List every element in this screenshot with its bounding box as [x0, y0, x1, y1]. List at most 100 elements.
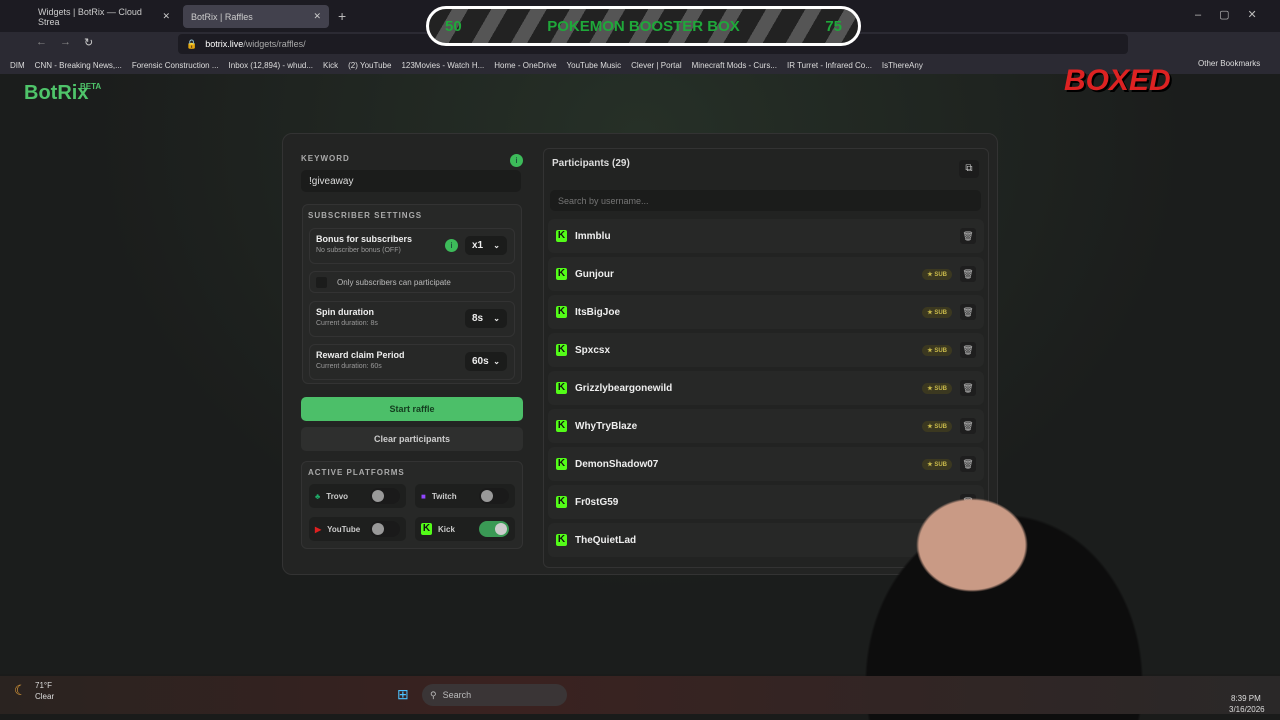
sub-badge: ★ SUB: [922, 420, 952, 432]
botrix-logo[interactable]: BotRix BETA: [24, 82, 101, 105]
window-controls[interactable]: –▢✕: [1195, 8, 1275, 21]
sub-badge-label: SUB: [934, 423, 947, 430]
sub-badge-label: SUB: [934, 271, 947, 278]
platform-trovo: ♣ Trovo: [309, 484, 406, 508]
bookmark-item[interactable]: Forensic Construction ...: [132, 61, 219, 70]
back-icon[interactable]: ←: [36, 36, 47, 48]
url-domain: botrix.live: [205, 39, 244, 49]
tab-label: Widgets | BotRix — Cloud Strea: [38, 6, 142, 27]
sub-badge: ★ SUB: [922, 458, 952, 470]
other-bookmarks[interactable]: Other Bookmarks: [1198, 59, 1260, 68]
participants-title: Participants (29): [552, 158, 630, 169]
tab-raffles[interactable]: BotRix | Raffles ✕: [183, 5, 329, 28]
trash-icon[interactable]: 🗑: [960, 418, 976, 434]
trash-icon[interactable]: 🗑: [960, 304, 976, 320]
moon-icon: ☾: [14, 682, 27, 698]
participant-name: TheQuietLad: [575, 534, 637, 546]
search-icon: ⚲: [430, 689, 437, 700]
chevron-down-icon: ⌄: [493, 314, 500, 323]
tab-label: BotRix | Raffles: [191, 11, 253, 22]
trovo-toggle[interactable]: [370, 488, 400, 504]
kick-icon: K: [556, 496, 567, 508]
kick-icon: K: [556, 344, 567, 356]
sub-badge: ★ SUB: [922, 306, 952, 318]
bookmark-item[interactable]: IsThereAny: [882, 61, 923, 70]
kick-icon: K: [556, 458, 567, 470]
checkbox[interactable]: [316, 276, 327, 288]
weather-temp[interactable]: 71°F: [35, 681, 52, 690]
bookmark-item[interactable]: Home - OneDrive: [494, 61, 556, 70]
trash-icon[interactable]: 🗑: [960, 342, 976, 358]
trash-icon[interactable]: 🗑: [960, 380, 976, 396]
bookmark-item[interactable]: 123Movies - Watch H...: [401, 61, 484, 70]
bookmark-item[interactable]: Minecraft Mods - Curs...: [692, 61, 777, 70]
twitch-icon: ■: [421, 491, 426, 501]
bookmark-item[interactable]: CNN - Breaking News,...: [35, 61, 122, 70]
sub-badge-label: SUB: [934, 461, 947, 468]
overlay-right: 75: [825, 17, 842, 35]
taskbar: ☾ 71°F Clear ⊞ ⚲ Search 8:39 PM 3/16/2026: [0, 676, 1280, 714]
sub-badge: ★ SUB: [922, 344, 952, 356]
bookmark-item[interactable]: IR Turret - Infrared Co...: [787, 61, 872, 70]
platform-youtube: ▶ YouTube: [309, 517, 406, 541]
info-icon[interactable]: i: [510, 154, 523, 167]
participant-row: K Grizzlybeargonewild ★ SUB 🗑: [548, 371, 984, 405]
participant-row: K WhyTryBlaze ★ SUB 🗑: [548, 409, 984, 443]
participant-row: K Immblu 🗑: [548, 219, 984, 253]
kick-toggle[interactable]: [479, 521, 509, 537]
platform-twitch: ■ Twitch: [415, 484, 515, 508]
copy-icon[interactable]: ⧉: [959, 160, 979, 178]
windows-start-icon[interactable]: ⊞: [397, 686, 409, 703]
weather-condition[interactable]: Clear: [35, 692, 54, 701]
bookmark-item[interactable]: Kick: [323, 61, 338, 70]
trash-icon[interactable]: 🗑: [960, 266, 976, 282]
close-icon[interactable]: ✕: [162, 11, 170, 22]
spin-select[interactable]: 8s ⌄: [465, 309, 507, 328]
bonus-select[interactable]: x1 ⌄: [465, 236, 507, 255]
participant-name: Fr0stG59: [575, 496, 619, 508]
info-icon[interactable]: i: [445, 239, 458, 252]
chevron-down-icon: ⌄: [493, 241, 500, 250]
start-raffle-button[interactable]: Start raffle: [301, 397, 523, 421]
subscriber-settings-label: SUBSCRIBER SETTINGS: [308, 211, 423, 220]
participant-row: K Gunjour ★ SUB 🗑: [548, 257, 984, 291]
bookmark-item[interactable]: YouTube Music: [567, 61, 622, 70]
bookmark-item[interactable]: (2) YouTube: [348, 61, 391, 70]
participant-search-input[interactable]: [550, 190, 981, 211]
kick-icon: K: [556, 420, 567, 432]
participant-name: ItsBigJoe: [575, 306, 621, 318]
forward-icon[interactable]: →: [60, 36, 71, 48]
lock-icon: 🔒: [186, 38, 198, 49]
youtube-toggle[interactable]: [370, 521, 400, 537]
close-icon[interactable]: ✕: [313, 11, 321, 22]
active-platforms-label: ACTIVE PLATFORMS: [308, 468, 405, 477]
trash-icon[interactable]: 🗑: [960, 228, 976, 244]
sub-badge-label: SUB: [934, 347, 947, 354]
platform-kick: K Kick: [415, 517, 515, 541]
select-value: 60s: [472, 356, 489, 367]
reload-icon[interactable]: ↻: [84, 36, 93, 49]
participant-name: Gunjour: [575, 268, 614, 280]
clear-participants-button[interactable]: Clear participants: [301, 427, 523, 451]
new-tab-button[interactable]: +: [338, 8, 346, 24]
bookmark-item[interactable]: DIM: [10, 61, 25, 70]
keyword-input[interactable]: !giveaway: [301, 170, 521, 192]
kick-icon: K: [556, 268, 567, 280]
participant-name: DemonShadow07: [575, 458, 659, 470]
platform-name: Kick: [438, 524, 455, 534]
beta-badge: BETA: [80, 82, 102, 91]
participant-name: Immblu: [575, 230, 611, 242]
bookmark-item[interactable]: Inbox (12,894) - whud...: [229, 61, 314, 70]
tab-widgets[interactable]: Widgets | BotRix — Cloud Strea ✕: [30, 5, 178, 28]
bookmark-item[interactable]: Clever | Portal: [631, 61, 682, 70]
twitch-toggle[interactable]: [479, 488, 509, 504]
boxed-logo: BOXED: [1064, 64, 1171, 97]
clock-date[interactable]: 3/16/2026: [1229, 705, 1265, 714]
only-subs-checkbox-row[interactable]: Only subscribers can participate: [309, 271, 515, 293]
taskbar-search[interactable]: ⚲ Search: [422, 684, 567, 706]
kick-icon: K: [556, 306, 567, 318]
clock-time[interactable]: 8:39 PM: [1231, 694, 1261, 703]
platform-name: YouTube: [327, 524, 361, 534]
claim-select[interactable]: 60s ⌄: [465, 352, 507, 371]
kick-icon: K: [556, 230, 567, 242]
